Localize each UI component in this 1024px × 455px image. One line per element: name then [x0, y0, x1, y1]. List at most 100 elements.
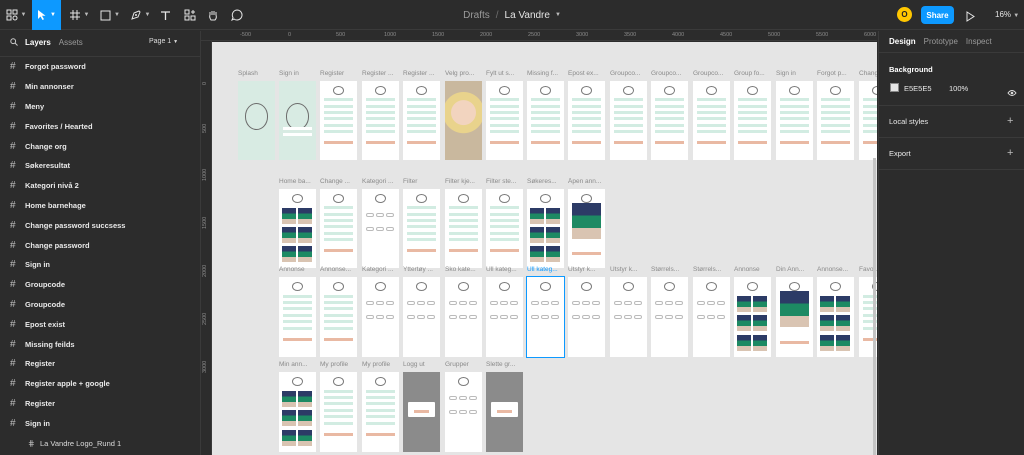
frame-row1-5[interactable]: Velg pro...	[445, 70, 482, 160]
layer-item[interactable]: # Forgot password	[0, 57, 200, 77]
layer-item[interactable]: # Register	[0, 394, 200, 414]
frame-body[interactable]	[362, 189, 399, 268]
frame-body[interactable]	[734, 81, 771, 160]
frame-body[interactable]	[403, 189, 440, 268]
layer-item[interactable]: # Register	[0, 354, 200, 374]
frame-row1-12[interactable]: Group fo...	[734, 70, 771, 160]
move-tool-button[interactable]: ▼	[32, 0, 61, 30]
frame-label[interactable]: Change ...	[320, 178, 360, 185]
present-button[interactable]	[966, 9, 975, 27]
tab-assets[interactable]: Assets	[59, 38, 83, 47]
frame-label[interactable]: Register ...	[403, 70, 443, 77]
frame-label[interactable]: Missing f...	[527, 70, 567, 77]
frame-label[interactable]: Utstyr k...	[610, 266, 650, 273]
frame-row4-1[interactable]: My profile	[320, 361, 357, 452]
frame-row4-2[interactable]: My profile	[362, 361, 399, 452]
layer-item[interactable]: # Sign in	[0, 255, 200, 275]
frame-label[interactable]: Group fo...	[734, 70, 774, 77]
frame-label[interactable]: Forgot p...	[817, 70, 857, 77]
plus-icon[interactable]: +	[1007, 148, 1013, 159]
canvas[interactable]: Splash Sign in Register Register ... Registe…	[212, 42, 877, 455]
frame-body[interactable]	[320, 372, 357, 452]
frame-body[interactable]	[734, 277, 771, 357]
frame-label[interactable]: Logg ut	[403, 361, 443, 368]
frame-label[interactable]: Størrels...	[693, 266, 733, 273]
frame-label[interactable]: Fylt ut s...	[486, 70, 526, 77]
frame-label[interactable]: Epost ex...	[568, 70, 608, 77]
frame-label[interactable]: Ull kateg...	[527, 266, 567, 273]
frame-row4-3[interactable]: Logg ut	[403, 361, 440, 452]
shape-tool-button[interactable]: ▼	[96, 0, 124, 30]
frame-label[interactable]: Søkeres...	[527, 178, 567, 185]
layer-item[interactable]: # Epost exist	[0, 314, 200, 334]
canvas-scrollbar[interactable]	[873, 158, 876, 455]
frame-row2-4[interactable]: Filter kje...	[445, 178, 482, 268]
frame-label[interactable]: My profile	[320, 361, 360, 368]
frame-body[interactable]	[486, 372, 523, 452]
frame-row2-3[interactable]: Filter	[403, 178, 440, 268]
frame-row1-15[interactable]: Chang...	[859, 70, 877, 160]
main-menu-button[interactable]: ▼	[0, 0, 32, 30]
frame-body[interactable]	[776, 81, 813, 160]
frame-label[interactable]: Sko kate...	[445, 266, 485, 273]
frame-row3-1[interactable]: Annonse...	[320, 266, 357, 357]
frame-label[interactable]: Grupper	[445, 361, 485, 368]
frame-row4-5[interactable]: Slette gr...	[486, 361, 523, 452]
pen-tool-button[interactable]: ▼	[126, 0, 154, 30]
frame-label[interactable]: Din Ann...	[776, 266, 816, 273]
frame-body[interactable]	[527, 189, 564, 268]
frame-body[interactable]	[320, 277, 357, 357]
frame-row1-13[interactable]: Sign in	[776, 70, 813, 160]
frame-body[interactable]	[403, 277, 440, 357]
frame-label[interactable]: Annonse...	[320, 266, 360, 273]
resources-button[interactable]	[180, 0, 200, 30]
frame-body[interactable]	[486, 277, 523, 357]
frame-body[interactable]	[320, 189, 357, 268]
tab-inspect[interactable]: Inspect	[966, 37, 992, 46]
frame-label[interactable]: Groupco...	[610, 70, 650, 77]
frame-label[interactable]: Register ...	[362, 70, 402, 77]
frame-label[interactable]: Groupco...	[693, 70, 733, 77]
frame-body[interactable]	[651, 81, 688, 160]
frame-label[interactable]: Filter kje...	[445, 178, 485, 185]
plus-icon[interactable]: +	[1007, 116, 1013, 127]
frame-body[interactable]	[279, 277, 316, 357]
frame-row1-11[interactable]: Groupco...	[693, 70, 730, 160]
frame-body[interactable]	[362, 277, 399, 357]
layer-item[interactable]: # Missing feilds	[0, 334, 200, 354]
frame-body[interactable]	[362, 372, 399, 452]
frame-row3-11[interactable]: Annonse	[734, 266, 771, 357]
frame-row1-6[interactable]: Fylt ut s...	[486, 70, 523, 160]
frame-body[interactable]	[817, 81, 854, 160]
frame-body[interactable]	[817, 277, 854, 357]
frame-label[interactable]: Annonse	[279, 266, 319, 273]
frame-row2-1[interactable]: Change ...	[320, 178, 357, 268]
layer-item[interactable]: # Groupcode	[0, 295, 200, 315]
layer-item[interactable]: # Sign in	[0, 413, 200, 433]
frame-label[interactable]: Chang...	[859, 70, 877, 77]
tab-layers[interactable]: Layers	[25, 38, 51, 47]
frame-row2-0[interactable]: Home ba...	[279, 178, 316, 268]
frame-body[interactable]	[445, 81, 482, 160]
frame-body[interactable]	[610, 81, 647, 160]
layer-item[interactable]: # Home barnehage	[0, 196, 200, 216]
frame-label[interactable]: Sign in	[776, 70, 816, 77]
frame-body[interactable]	[859, 81, 877, 160]
frame-body[interactable]	[610, 277, 647, 357]
frame-label[interactable]: Filter ste...	[486, 178, 526, 185]
frame-row3-6[interactable]: Ull kateg...	[526, 266, 565, 358]
layer-item[interactable]: # Register apple + google	[0, 374, 200, 394]
frame-row2-7[interactable]: Åpen ann...	[568, 178, 605, 268]
frame-label[interactable]: Splash	[238, 70, 278, 77]
frame-body[interactable]	[403, 81, 440, 160]
frame-body[interactable]	[693, 81, 730, 160]
search-icon[interactable]	[10, 38, 18, 48]
frame-row1-9[interactable]: Groupco...	[610, 70, 647, 160]
frame-label[interactable]: Ull kateg...	[486, 266, 526, 273]
frame-label[interactable]: Åpen ann...	[568, 178, 608, 185]
frame-row3-5[interactable]: Ull kateg...	[486, 266, 523, 357]
chevron-down-icon[interactable]: ▼	[555, 12, 561, 18]
layer-item[interactable]: # Meny	[0, 97, 200, 117]
frame-label[interactable]: Slette gr...	[486, 361, 526, 368]
frame-label[interactable]: Min ann...	[279, 361, 319, 368]
